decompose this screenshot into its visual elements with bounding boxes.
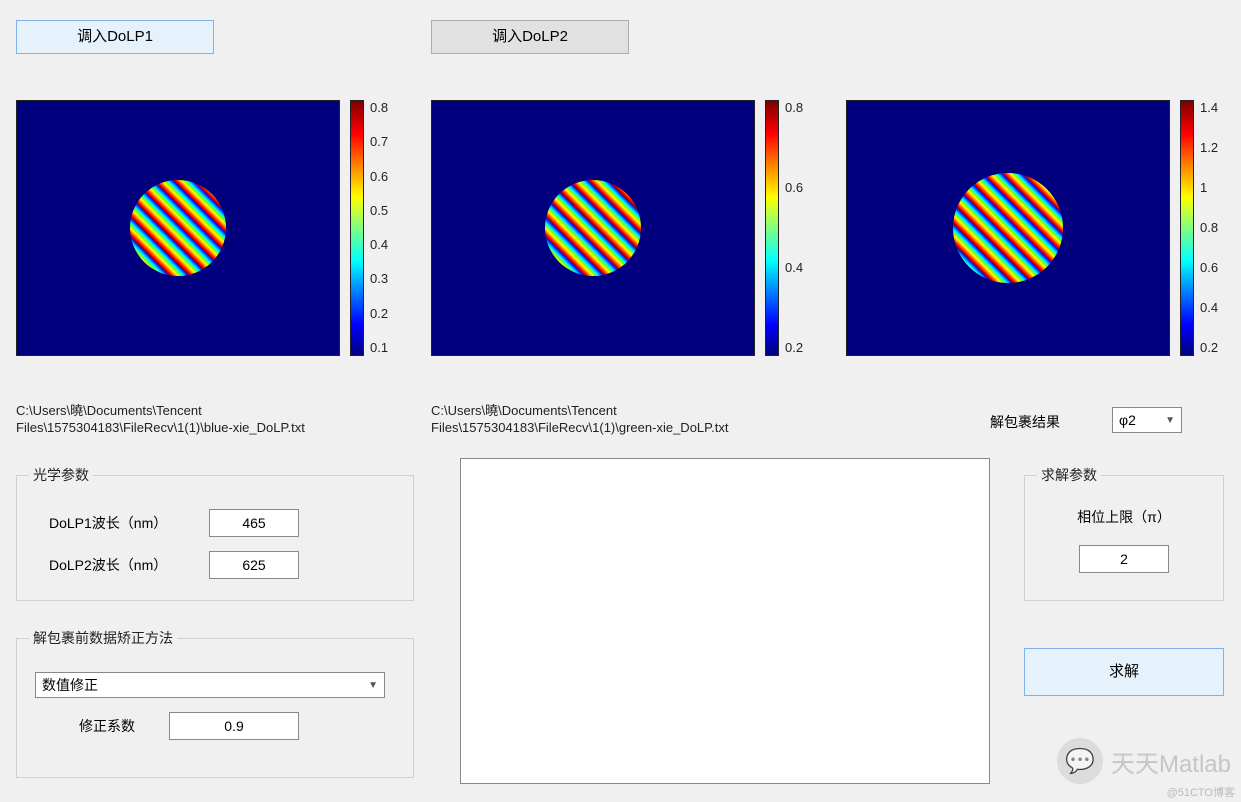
phase-limit-label: 相位上限（π） <box>1037 507 1211 527</box>
correction-coeff-label: 修正系数 <box>29 716 169 736</box>
watermark-2: @51CTO博客 <box>1167 784 1235 800</box>
colorbar-tick: 0.1 <box>370 340 388 355</box>
result-label: 解包裹结果 <box>990 412 1060 432</box>
path-text-2: C:\Users\曉\Documents\Tencent Files\15753… <box>431 403 831 437</box>
correction-panel: 解包裹前数据矫正方法 数值修正 ▼ 修正系数 <box>16 628 414 778</box>
dolp2-wavelength-label: DoLP2波长（nm） <box>29 555 209 575</box>
colorbar-tick: 0.5 <box>370 203 388 218</box>
correction-coeff-input[interactable] <box>169 712 299 740</box>
correction-method-value: 数值修正 <box>42 675 98 695</box>
path-text-1: C:\Users\曉\Documents\Tencent Files\15753… <box>16 403 416 437</box>
colorbar-tick: 0.7 <box>370 134 388 149</box>
optical-panel: 光学参数 DoLP1波长（nm） DoLP2波长（nm） <box>16 465 414 601</box>
output-area <box>460 458 990 784</box>
chevron-down-icon: ▼ <box>368 680 378 691</box>
colorbar-tick: 0.8 <box>370 100 388 115</box>
correction-legend: 解包裹前数据矫正方法 <box>29 628 177 648</box>
watermark: 💬 天天Matlab <box>1057 738 1231 784</box>
wechat-icon: 💬 <box>1057 738 1103 784</box>
solve-params-panel: 求解参数 相位上限（π） <box>1024 465 1224 601</box>
result-select[interactable]: φ2 ▼ <box>1112 407 1182 433</box>
colorbar-tick: 0.6 <box>1200 260 1218 275</box>
colorbar-2 <box>765 100 779 356</box>
dolp1-wavelength-label: DoLP1波长（nm） <box>29 513 209 533</box>
colorbar-tick: 1.4 <box>1200 100 1218 115</box>
optical-legend: 光学参数 <box>29 465 93 485</box>
colorbar-tick: 0.2 <box>785 340 803 355</box>
dolp1-wavelength-input[interactable] <box>209 509 299 537</box>
dolp2-wavelength-input[interactable] <box>209 551 299 579</box>
phase-limit-input[interactable] <box>1079 545 1169 573</box>
colorbar-tick: 1.2 <box>1200 140 1218 155</box>
plot-dolp1-pattern <box>130 180 226 276</box>
colorbar-tick: 0.4 <box>785 260 803 275</box>
solve-button[interactable]: 求解 <box>1024 648 1224 696</box>
colorbar-tick: 0.4 <box>1200 300 1218 315</box>
correction-method-select[interactable]: 数值修正 ▼ <box>35 672 385 698</box>
colorbar-1 <box>350 100 364 356</box>
colorbar-tick: 0.3 <box>370 271 388 286</box>
plot-result <box>846 100 1170 356</box>
colorbar-3 <box>1180 100 1194 356</box>
plot-dolp2 <box>431 100 755 356</box>
colorbar-tick: 0.4 <box>370 237 388 252</box>
plot-result-pattern <box>953 173 1063 283</box>
colorbar-tick: 0.8 <box>785 100 803 115</box>
colorbar-tick: 0.2 <box>370 306 388 321</box>
colorbar-tick: 0.6 <box>370 169 388 184</box>
load-dolp2-button[interactable]: 调入DoLP2 <box>431 20 629 54</box>
solve-params-legend: 求解参数 <box>1037 465 1101 485</box>
plot-dolp2-pattern <box>545 180 641 276</box>
colorbar-tick: 1 <box>1200 180 1207 195</box>
colorbar-tick: 0.8 <box>1200 220 1218 235</box>
plot-dolp1 <box>16 100 340 356</box>
load-dolp1-button[interactable]: 调入DoLP1 <box>16 20 214 54</box>
result-select-value: φ2 <box>1119 412 1136 428</box>
colorbar-tick: 0.6 <box>785 180 803 195</box>
colorbar-tick: 0.2 <box>1200 340 1218 355</box>
watermark-text: 天天Matlab <box>1111 744 1231 779</box>
chevron-down-icon: ▼ <box>1165 415 1175 426</box>
